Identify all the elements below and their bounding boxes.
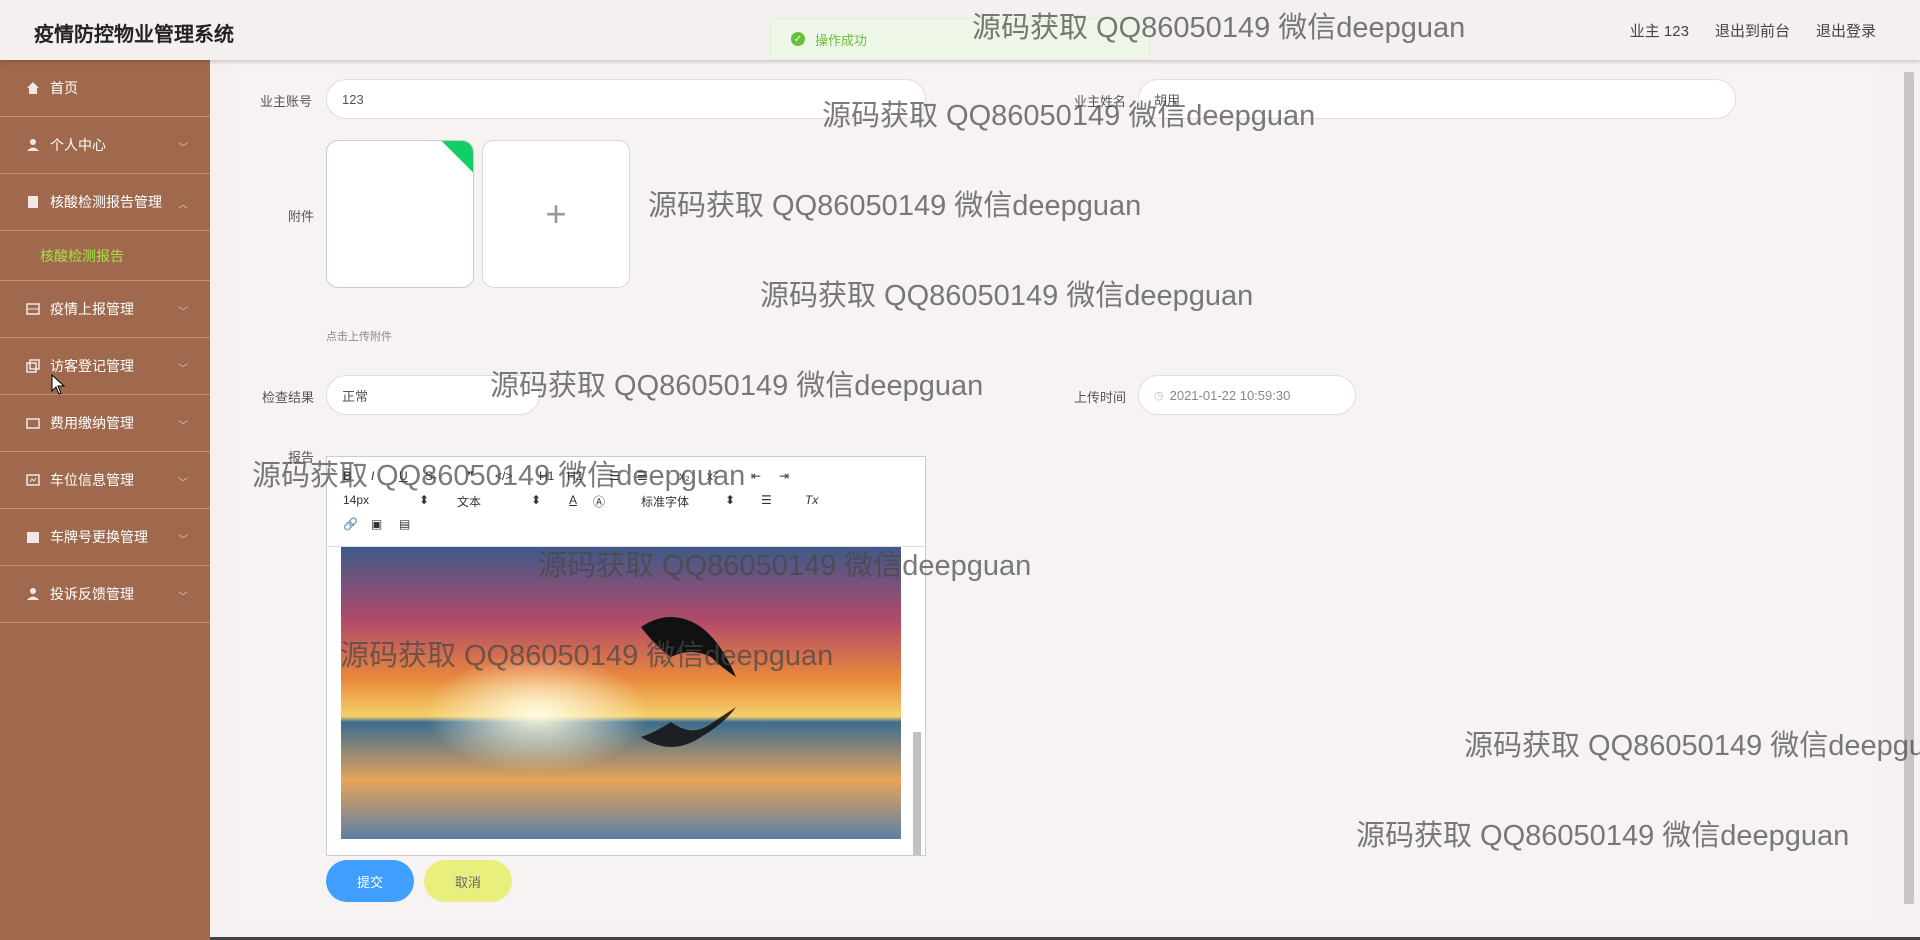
submit-button[interactable]: 提交 <box>326 860 414 902</box>
user-icon <box>26 138 40 152</box>
chevron-down-icon: ﹀ <box>178 143 188 154</box>
dolphin-sunset-image <box>341 547 901 839</box>
subscript-button[interactable]: x₂ <box>679 469 690 483</box>
front-page-link[interactable]: 退出到前台 <box>1715 20 1790 41</box>
sidebar-item-personal[interactable]: 个人中心 ﹀ <box>0 117 210 174</box>
sidebar-item-label: 疫情上报管理 <box>50 301 134 317</box>
uploaded-tag <box>436 141 473 175</box>
sidebar-item-complaints[interactable]: 投诉反馈管理 ﹀ <box>0 566 210 623</box>
calendar-icon <box>26 530 40 544</box>
logout-link[interactable]: 退出登录 <box>1816 20 1876 41</box>
clock-icon: ◷ <box>1154 389 1164 402</box>
document-icon <box>26 195 40 209</box>
font-size-select[interactable]: 14px <box>343 493 369 507</box>
sidebar: 首页 个人中心 ﹀ 核酸检测报告管理 ︿ 核酸检测报告 疫情上报管理 ﹀ 访客登… <box>0 60 210 940</box>
account-input[interactable]: 123 <box>326 79 926 119</box>
code-button[interactable]: </> <box>495 469 512 483</box>
sidebar-item-label: 费用缴纳管理 <box>50 415 134 431</box>
sidebar-item-label: 核酸检测报告管理 <box>50 194 162 210</box>
grid-icon <box>26 302 40 316</box>
editor-scrollbar[interactable] <box>913 642 923 855</box>
attachment-thumbnail[interactable] <box>326 140 474 288</box>
text-color-button[interactable]: A <box>569 493 577 507</box>
mouse-cursor-icon <box>51 374 66 395</box>
sidebar-item-label: 投诉反馈管理 <box>50 586 134 602</box>
ordered-list-button[interactable]: ☰ <box>609 469 620 483</box>
copy-icon <box>26 359 40 373</box>
report-editor[interactable]: B I U S̶ ❞ </> H1 H2 ☰ ☰ x₂ x² ⇤ ⇥ 14px … <box>326 456 926 856</box>
editor-scroll-thumb[interactable] <box>913 732 921 855</box>
upload-time-input[interactable]: ◷ 2021-01-22 10:59:30 <box>1138 375 1356 415</box>
sidebar-item-label: 首页 <box>50 80 78 96</box>
board-icon <box>26 473 40 487</box>
editor-toolbar: B I U S̶ ❞ </> H1 H2 ☰ ☰ x₂ x² ⇤ ⇥ 14px … <box>327 457 925 547</box>
font-size-arrows: ⬍ <box>419 493 430 507</box>
bullet-list-button[interactable]: ☰ <box>637 469 648 483</box>
sidebar-item-parking[interactable]: 车位信息管理 ﹀ <box>0 452 210 509</box>
indent-out-button[interactable]: ⇤ <box>751 469 761 483</box>
sidebar-subitem-nucleic-report[interactable]: 核酸检测报告 <box>0 231 210 281</box>
success-toast: ✓ 操作成功 <box>770 18 1150 60</box>
attachment-label: 附件 <box>287 209 314 224</box>
underline-button[interactable]: U <box>399 469 408 483</box>
paragraph-select[interactable]: 文本 <box>457 493 481 510</box>
page-scrollbar[interactable] <box>1904 72 1914 904</box>
chevron-down-icon: ﹀ <box>178 592 188 603</box>
result-select[interactable]: 正常 <box>326 375 540 415</box>
chevron-down-icon: ﹀ <box>178 478 188 489</box>
paragraph-arrows: ⬍ <box>531 493 542 507</box>
owner-name-input[interactable]: 胡用 <box>1138 79 1736 119</box>
upload-add-button[interactable]: + <box>482 140 630 288</box>
top-links: 业主 123 退出到前台 退出登录 <box>1630 20 1876 41</box>
sidebar-item-nucleic-report[interactable]: 核酸检测报告管理 ︿ <box>0 174 210 231</box>
font-family-arrows: ⬍ <box>725 493 736 507</box>
bg-color-button[interactable]: Ⓐ <box>593 493 605 510</box>
chevron-up-icon: ︿ <box>178 200 188 211</box>
font-family-select[interactable]: 标准字体 <box>641 493 689 510</box>
sidebar-item-visitor[interactable]: 访客登记管理 ﹀ <box>0 338 210 395</box>
bold-button[interactable]: B <box>343 469 352 483</box>
upload-hint: 点击上传附件 <box>326 331 392 343</box>
sidebar-item-fees[interactable]: 费用缴纳管理 ﹀ <box>0 395 210 452</box>
result-label: 检查结果 <box>261 390 314 405</box>
italic-button[interactable]: I <box>371 469 374 483</box>
toast-message: 操作成功 <box>815 32 868 48</box>
indent-in-button[interactable]: ⇥ <box>779 469 789 483</box>
chevron-down-icon: ﹀ <box>178 364 188 375</box>
user-label: 业主 123 <box>1629 23 1689 40</box>
app-title: 疫情防控物业管理系统 <box>34 24 234 46</box>
check-icon: ✓ <box>791 32 805 46</box>
upload-time-label: 上传时间 <box>1073 390 1126 405</box>
account-label: 业主账号 <box>259 94 312 109</box>
strike-button[interactable]: S̶ <box>425 469 433 483</box>
superscript-button[interactable]: x² <box>707 469 717 483</box>
link-icon[interactable]: 🔗 <box>343 517 358 531</box>
sidebar-item-epidemic-report[interactable]: 疫情上报管理 ﹀ <box>0 281 210 338</box>
upload-time-value: 2021-01-22 10:59:30 <box>1169 387 1291 403</box>
chevron-down-icon: ﹀ <box>178 421 188 432</box>
chevron-down-icon: ﹀ <box>178 535 188 546</box>
h2-button[interactable]: H2 <box>567 469 582 483</box>
user-icon <box>26 587 40 601</box>
align-button[interactable]: ☰ <box>761 493 772 507</box>
page-scroll-thumb[interactable] <box>1904 72 1914 904</box>
home-icon <box>26 81 40 95</box>
clear-format-button[interactable]: Tx <box>805 493 818 507</box>
owner-name-label: 业主姓名 <box>1073 94 1126 109</box>
cancel-button[interactable]: 取消 <box>424 860 512 902</box>
editor-content[interactable] <box>327 547 925 855</box>
sidebar-item-label: 车位信息管理 <box>50 472 134 488</box>
sidebar-item-home[interactable]: 首页 <box>0 60 210 117</box>
h1-button[interactable]: H1 <box>539 469 554 483</box>
wallet-icon <box>26 416 40 430</box>
quote-button[interactable]: ❞ <box>467 469 473 483</box>
report-label: 报告 <box>287 450 314 465</box>
sidebar-item-label: 访客登记管理 <box>50 358 134 374</box>
video-icon[interactable]: ▤ <box>399 517 410 531</box>
sidebar-item-label: 车牌号更换管理 <box>50 529 148 545</box>
image-icon[interactable]: ▣ <box>371 517 382 531</box>
sidebar-item-label: 个人中心 <box>50 137 106 153</box>
sidebar-item-plate[interactable]: 车牌号更换管理 ﹀ <box>0 509 210 566</box>
chevron-down-icon: ﹀ <box>178 307 188 318</box>
